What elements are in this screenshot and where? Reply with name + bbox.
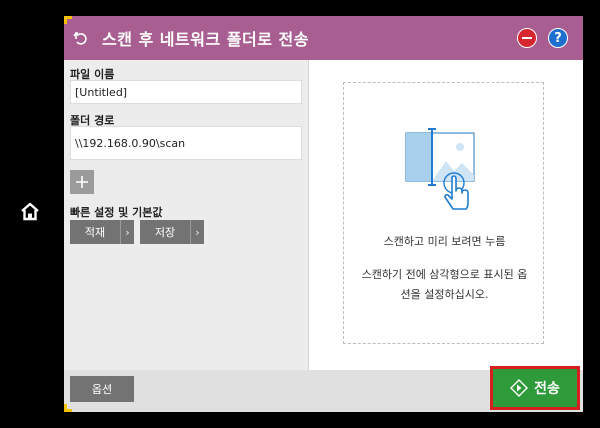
back-button[interactable] bbox=[64, 16, 98, 60]
help-icon[interactable]: ? bbox=[548, 28, 568, 48]
add-folder-button[interactable] bbox=[70, 170, 94, 194]
send-label: 전송 bbox=[534, 381, 560, 397]
preview-note: 스캔하기 전에 삼각형으로 표시된 옵션을 설정하십시오. bbox=[361, 268, 528, 301]
page-title: 스캔 후 네트워크 폴더로 전송 bbox=[102, 30, 309, 49]
options-label: 옵션 bbox=[91, 383, 113, 396]
minus-icon[interactable] bbox=[517, 28, 537, 48]
start-icon bbox=[510, 379, 529, 397]
corner-mark bbox=[64, 16, 67, 24]
quick-set-load-label: 적재 bbox=[84, 226, 106, 239]
quick-sets-label: 빠른 설정 및 기본값 bbox=[70, 206, 163, 219]
folder-path-value: \\192.168.0.90\scan bbox=[75, 136, 186, 150]
chevron-right-icon: › bbox=[190, 220, 204, 244]
folder-path-field[interactable]: \\192.168.0.90\scan bbox=[70, 126, 302, 160]
quick-set-save-button[interactable]: 저장 › bbox=[140, 220, 204, 244]
printer-screen: 스캔 후 네트워크 폴더로 전송 ? 파일 이름 [Untitled] 폴더 경… bbox=[64, 16, 583, 412]
chevron-right-icon: › bbox=[120, 220, 134, 244]
file-name-value: [Untitled] bbox=[75, 85, 128, 99]
corner-mark bbox=[64, 404, 67, 412]
quick-set-load-button[interactable]: 적재 › bbox=[70, 220, 134, 244]
home-icon[interactable] bbox=[18, 200, 42, 224]
plus-icon bbox=[76, 176, 88, 188]
options-button[interactable]: 옵션 bbox=[70, 376, 134, 402]
send-highlight: 전송 bbox=[490, 366, 580, 410]
preview-caption: 스캔하고 미리 보려면 누름 bbox=[383, 235, 506, 248]
quick-set-save-label: 저장 bbox=[154, 226, 176, 239]
scan-preview-icon bbox=[405, 128, 475, 210]
settings-pane: 파일 이름 [Untitled] 폴더 경로 \\192.168.0.90\sc… bbox=[64, 60, 308, 370]
back-icon bbox=[73, 31, 87, 45]
file-name-field[interactable]: [Untitled] bbox=[70, 80, 302, 104]
preview-area[interactable]: 스캔하고 미리 보려면 누름 스캔하기 전에 삼각형으로 표시된 옵션을 설정하… bbox=[343, 82, 544, 344]
preview-pane: 스캔하고 미리 보려면 누름 스캔하기 전에 삼각형으로 표시된 옵션을 설정하… bbox=[309, 60, 583, 370]
send-button[interactable]: 전송 bbox=[493, 369, 577, 407]
title-bar: 스캔 후 네트워크 폴더로 전송 bbox=[64, 16, 583, 60]
